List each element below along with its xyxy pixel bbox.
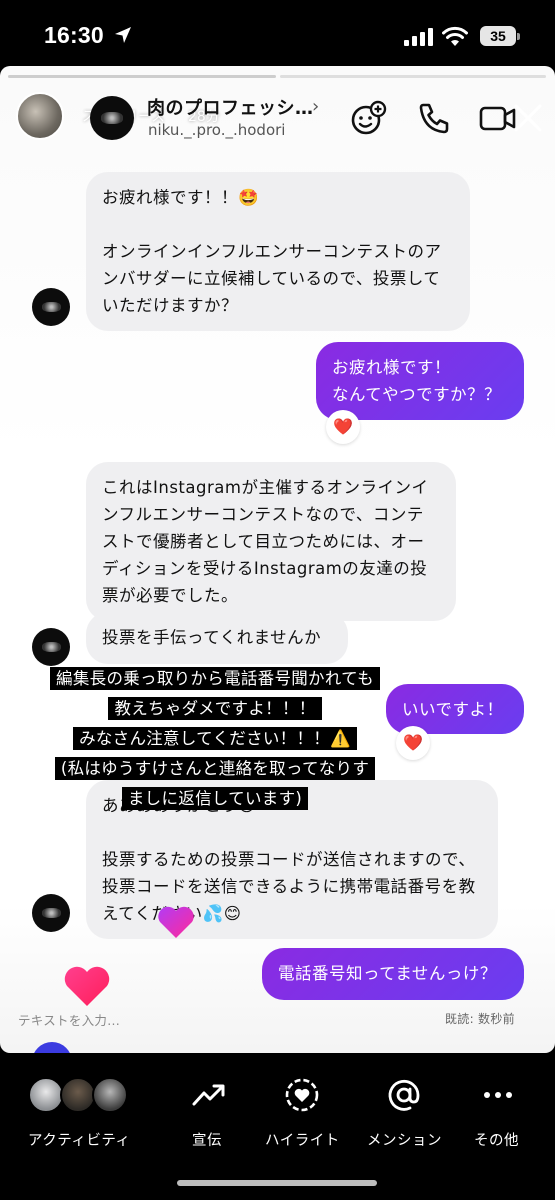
status-bar: 16:30 35 bbox=[0, 0, 555, 70]
dm-title[interactable]: 肉のプロフェッシ… bbox=[147, 94, 314, 120]
close-icon[interactable] bbox=[510, 100, 546, 136]
story-bottom-bar: アクティビティ 宣伝 ハイライト メンション その他 bbox=[0, 1053, 555, 1200]
story-caption: 編集長の乗っ取りから電話番号聞かれても教えちゃダメですよ！！！ みなさん注意して… bbox=[50, 664, 380, 814]
phone-icon[interactable] bbox=[414, 98, 454, 138]
highlight-button[interactable]: ハイライト bbox=[265, 1129, 340, 1150]
dm-avatar[interactable] bbox=[90, 96, 134, 140]
promote-button[interactable]: 宣伝 bbox=[192, 1129, 222, 1150]
chevron-right-icon[interactable]: › bbox=[312, 96, 319, 117]
heart-reaction[interactable]: ❤️ bbox=[396, 726, 430, 760]
message-incoming[interactable]: これはInstagramが主催するオンラインインフルエンサーコンテストなので、コ… bbox=[86, 462, 456, 621]
activity-button[interactable]: アクティビティ bbox=[28, 1129, 131, 1150]
more-button[interactable]: その他 bbox=[474, 1129, 519, 1150]
battery-icon: 35 bbox=[480, 26, 520, 46]
wifi-icon bbox=[442, 26, 468, 46]
more-dots-icon[interactable] bbox=[480, 1077, 516, 1113]
sender-avatar[interactable] bbox=[32, 894, 70, 932]
viewer-avatar[interactable] bbox=[92, 1077, 128, 1113]
sender-avatar[interactable] bbox=[32, 288, 70, 326]
mention-button[interactable]: メンション bbox=[367, 1129, 442, 1150]
message-input[interactable]: テキストを入力... bbox=[18, 1010, 120, 1029]
floating-heart-icon bbox=[64, 966, 110, 1006]
viewer-avatar[interactable] bbox=[28, 1077, 64, 1113]
message-incoming[interactable]: 投票を手伝ってくれませんか bbox=[86, 612, 348, 664]
story-panel: ストーリーズ 28分 肉のプロフェッシ… › niku._.pro._.hodo… bbox=[0, 66, 555, 1053]
caption-text: 編集長の乗っ取りから電話番号聞かれても教えちゃダメですよ！！！ みなさん注意して… bbox=[50, 667, 380, 810]
status-time: 16:30 bbox=[44, 22, 104, 48]
signal-icon bbox=[404, 28, 433, 46]
highlight-heart-icon[interactable] bbox=[284, 1077, 320, 1113]
trend-up-icon[interactable] bbox=[191, 1077, 227, 1113]
home-indicator[interactable] bbox=[177, 1180, 377, 1186]
message-outgoing[interactable]: お疲れ様です！ なんてやつですか？？ bbox=[316, 342, 524, 420]
story-owner-avatar[interactable] bbox=[16, 92, 64, 140]
viewer-avatar[interactable] bbox=[60, 1077, 96, 1113]
next-story-avatar bbox=[32, 1042, 72, 1053]
heart-reaction[interactable]: ❤️ bbox=[326, 410, 360, 444]
dm-handle: niku._.pro._.hodori bbox=[148, 121, 286, 139]
floating-heart-icon bbox=[158, 906, 194, 938]
read-receipt: 既読: 数秒前 bbox=[445, 1012, 515, 1026]
message-incoming[interactable]: お疲れ様です！！🤩 オンラインインフルエンサーコンテストのアンバサダーに立候補し… bbox=[86, 172, 470, 331]
story-progress-2 bbox=[280, 75, 546, 78]
sender-avatar[interactable] bbox=[32, 628, 70, 666]
message-outgoing[interactable]: 電話番号知ってませんっけ？ bbox=[262, 948, 524, 1000]
location-arrow-icon bbox=[115, 27, 131, 43]
effects-icon[interactable] bbox=[348, 98, 388, 138]
story-progress-1 bbox=[8, 75, 276, 78]
at-sign-icon[interactable] bbox=[386, 1077, 422, 1113]
